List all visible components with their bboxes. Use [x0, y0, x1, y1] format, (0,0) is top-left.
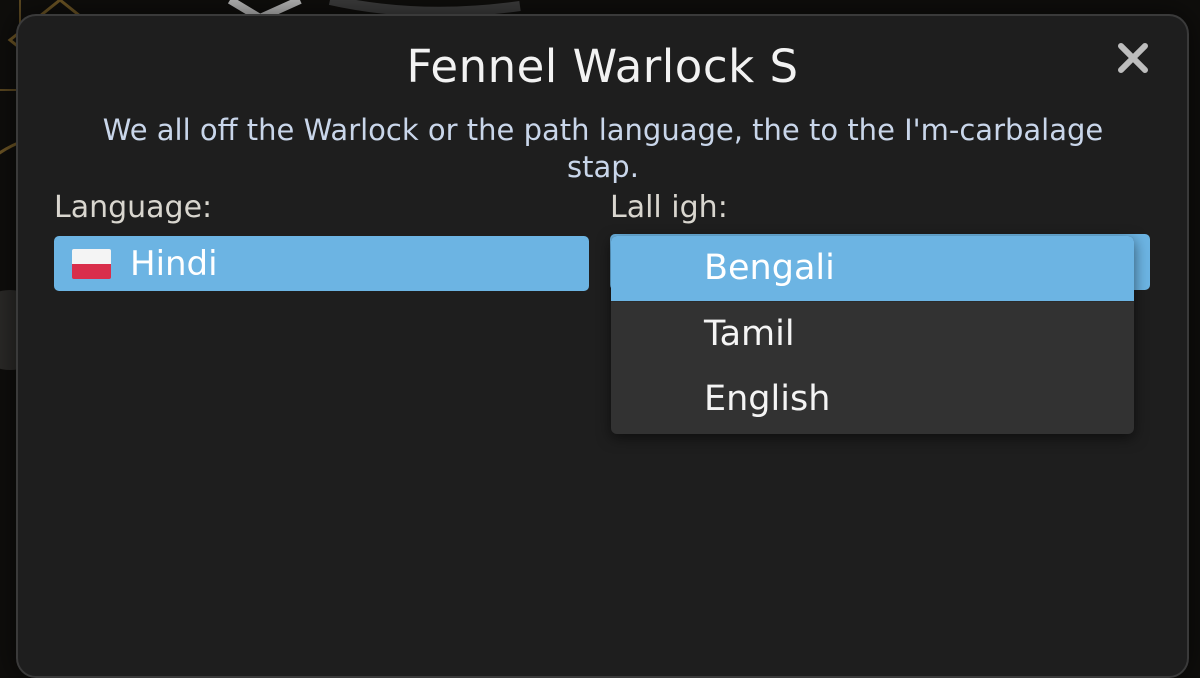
language-label: Language: [54, 190, 213, 225]
secondary-language-dropdown: Bengali Tamil English [611, 236, 1134, 434]
language-select[interactable]: Hindi [54, 236, 589, 291]
secondary-language-label: Lall igh: [610, 190, 728, 225]
dropdown-option-english[interactable]: English [611, 367, 1134, 432]
flag-icon [72, 249, 111, 279]
close-button[interactable] [1113, 38, 1153, 78]
language-select-value: Hindi [130, 244, 218, 284]
language-dialog: Fennel Warlock S We all off the Warlock … [16, 14, 1189, 678]
dropdown-option-bengali[interactable]: Bengali [611, 236, 1134, 302]
close-icon [1118, 43, 1148, 73]
dialog-title: Fennel Warlock S [406, 40, 799, 93]
dropdown-option-tamil[interactable]: Tamil [611, 302, 1134, 367]
dialog-description: We all off the Warlock or the path langu… [102, 113, 1104, 184]
